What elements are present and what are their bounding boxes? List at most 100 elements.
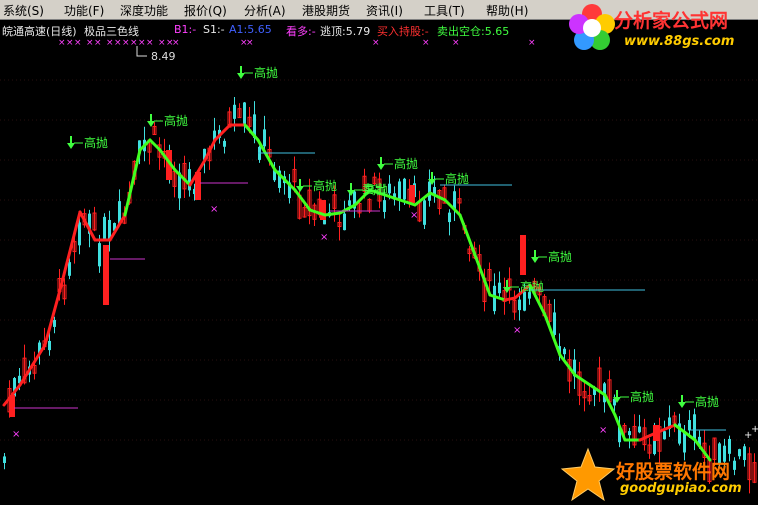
menu-system[interactable]: 系统(S): [3, 2, 44, 19]
candle-body-down: [388, 183, 391, 194]
signal-label: 高抛: [695, 394, 719, 409]
b1-value: B1:-: [174, 23, 197, 36]
candle-body-down: [518, 299, 521, 311]
x-marker-icon: ×: [452, 38, 460, 48]
mairu-value: 买入持股:-: [377, 25, 429, 38]
menu-quote[interactable]: 报价(Q): [184, 2, 227, 19]
signal-label: 高抛: [630, 389, 654, 404]
candle-body-down: [103, 216, 106, 241]
watermark-bottom-title: 好股票软件网: [616, 461, 731, 483]
candle-body-highlight: [409, 185, 415, 203]
signal-label: 高抛: [548, 249, 572, 264]
x-marker-icon: ×: [106, 38, 114, 48]
x-marker-icon: ×: [158, 38, 166, 48]
x-marker-icon: ×: [12, 429, 20, 440]
candle-body-down: [448, 212, 451, 223]
signal-label: 高抛: [394, 156, 418, 171]
candle-body-down: [493, 285, 496, 312]
signal-label: 高抛: [445, 171, 469, 186]
signal-label: 高抛: [254, 65, 278, 80]
menu-analysis[interactable]: 分析(A): [244, 2, 286, 19]
candle-body-down: [188, 169, 191, 191]
x-marker-icon: ×: [528, 38, 536, 48]
menu-function[interactable]: 功能(F): [64, 2, 104, 19]
kline-chart[interactable]: 高抛高抛高抛高抛 高抛高抛高抛高抛高抛高抛 高抛 × × × × × × × × × × × × ×× ×× ×…: [0, 0, 758, 505]
watermark-bottom-url: goodgupiao.com: [620, 481, 742, 496]
x-marker-icon: ×: [513, 325, 521, 336]
candle-body-down: [628, 431, 631, 436]
flower-logo-icon: [569, 4, 615, 50]
candle-body-highlight: [520, 235, 526, 275]
menu-tools[interactable]: 工具(T): [424, 2, 465, 19]
x-marker-icon: ×: [146, 38, 154, 48]
x-marker-icon: ×: [172, 38, 180, 48]
candle-body-down: [383, 200, 386, 212]
x-marker-icon: ×: [210, 204, 218, 215]
x-marker-icon: ×: [66, 38, 74, 48]
candle-body-down: [263, 129, 266, 147]
x-marker-icon: ×: [86, 38, 94, 48]
candle-body-down: [693, 414, 696, 439]
star-logo-icon: [560, 447, 616, 502]
x-marker-icon: ×: [599, 425, 607, 436]
candle-body-down: [98, 243, 101, 267]
kanduo-value: 看多:-: [286, 25, 316, 38]
x-marker-icon: ×: [320, 232, 328, 243]
candle-body-down: [53, 319, 56, 327]
x-marker-icon: ×: [246, 38, 254, 48]
candle-body-down: [403, 178, 406, 200]
maichu-value: 卖出空仓:5.65: [437, 25, 510, 38]
candle-body-down: [343, 213, 346, 231]
watermark-top-url: www.88gs.com: [624, 34, 735, 49]
trend-segment: [323, 211, 342, 217]
candle-body-down: [68, 262, 71, 276]
plus-marker-icon: +: [751, 424, 758, 435]
menu-hk-futures[interactable]: 港股期货: [302, 2, 350, 19]
signal-label: 高抛: [313, 178, 337, 193]
trend-segment: [503, 296, 517, 302]
x-marker-icon: ×: [122, 38, 130, 48]
x-marker-icon: ×: [372, 38, 380, 48]
x-marker-icon: ×: [74, 38, 82, 48]
indicator-name: 极品三色线: [84, 25, 139, 38]
candle-body-down: [423, 200, 426, 225]
watermark-top-title: 分析家公式网: [614, 10, 729, 32]
x-marker-icon: ×: [94, 38, 102, 48]
indicator-title-bar: 皖通高速(日线) 极品三色线 B1:- S1:- A1:5.65 看多:- 逃顶…: [0, 20, 560, 38]
candle-body-down: [348, 200, 351, 206]
s1-value: S1:-: [203, 23, 225, 36]
a1-value: A1:5.65: [229, 23, 272, 36]
x-marker-icon: ×: [422, 38, 430, 48]
x-marker-icon: ×: [114, 38, 122, 48]
candle-body-down: [638, 426, 641, 433]
candle-body-down: [243, 102, 246, 126]
candle-body-down: [663, 431, 666, 440]
candle-body-down: [223, 140, 226, 147]
candle-body-down: [523, 291, 526, 311]
candle-body-down: [3, 456, 6, 463]
x-marker-icon: ×: [58, 38, 66, 48]
candle-body-down: [428, 181, 431, 201]
candle-body-down: [48, 340, 51, 351]
candle-body-down: [688, 420, 691, 431]
candle-body-down: [78, 222, 81, 246]
candle-body-down: [498, 282, 501, 294]
menu-news[interactable]: 资讯(I): [366, 2, 403, 19]
candle-body-down: [398, 181, 401, 201]
signal-label: 高抛: [84, 135, 108, 150]
candle-body-down: [563, 348, 566, 355]
candle-body-down: [233, 104, 236, 119]
overlay-sell-text: 卖出: [362, 182, 386, 196]
stock-name: 皖通高速(日线): [2, 25, 77, 38]
menu-help[interactable]: 帮助(H): [486, 2, 528, 19]
signal-label: 高抛: [520, 279, 544, 294]
taoding-value: 逃顶:5.79: [320, 25, 371, 38]
high-price-label: 8.49: [151, 50, 176, 63]
x-marker-icon: ×: [130, 38, 138, 48]
candle-body-down: [553, 312, 556, 335]
candle-body-highlight: [103, 245, 109, 305]
menu-deep-function[interactable]: 深度功能: [120, 2, 168, 19]
x-marker-icon: ×: [410, 210, 418, 221]
watermark-bottom: 好股票软件网 goodgupiao.com: [560, 445, 758, 505]
watermark-top: 分析家公式网 www.88gs.com: [562, 0, 758, 58]
